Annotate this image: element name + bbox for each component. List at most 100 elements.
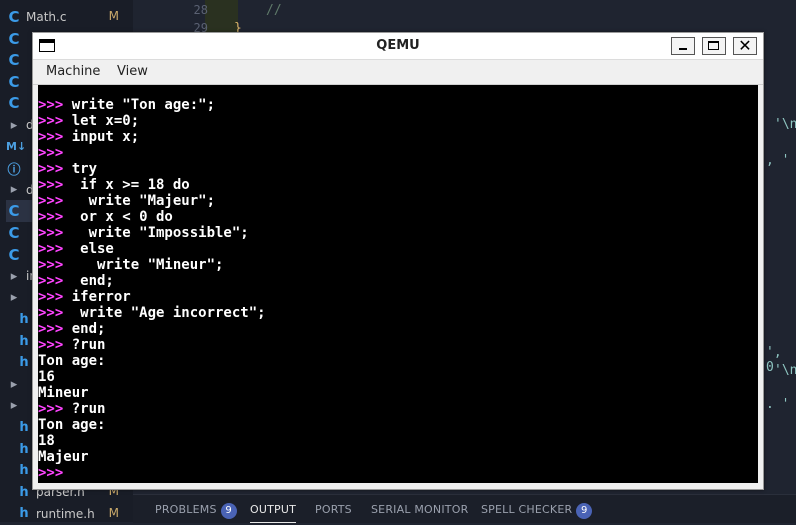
c-file-icon: C — [8, 224, 20, 242]
terminal-line: >>> ?run — [38, 401, 105, 417]
c-file-icon: C — [8, 51, 20, 70]
terminal-text: write "Age incorrect"; — [71, 305, 266, 321]
i-file-icon: ⓘ — [7, 162, 21, 178]
git-status-badge: M — [108, 505, 119, 520]
explorer-item[interactable]: M↓ — [6, 136, 26, 158]
terminal-text: try — [71, 161, 98, 177]
terminal-line: Ton age: — [38, 353, 105, 369]
terminal-line: >>> — [38, 465, 63, 481]
c-file-icon: C — [8, 72, 20, 91]
code-line: // — [266, 3, 282, 18]
terminal-text: or x < 0 do — [71, 209, 173, 225]
code-fragment: . ' — [766, 397, 790, 412]
terminal-line: >>> if x >= 18 do — [38, 177, 190, 193]
c-file-icon: C — [8, 202, 20, 221]
guest-screen[interactable]: >>> write "Ton age:"; >>> let x=0; >>> inp… — [38, 85, 758, 483]
terminal-text: input x; — [71, 129, 140, 145]
explorer-item[interactable]: ⓘ — [6, 157, 26, 179]
terminal-prompt: >>> — [38, 193, 72, 209]
explorer-item[interactable]: ▸ — [6, 395, 26, 417]
line-number: 28 — [193, 3, 208, 17]
terminal-prompt: >>> — [38, 209, 72, 225]
terminal-prompt: >>> — [38, 465, 64, 481]
terminal-text: write "Impossible"; — [71, 225, 249, 241]
terminal-prompt: >>> — [38, 257, 72, 273]
folder-icon: ▸ — [10, 182, 18, 198]
h-file-icon: h — [19, 333, 29, 349]
explorer-item[interactable]: h runtime.h — [16, 503, 95, 525]
terminal-line: 16 — [38, 369, 55, 385]
terminal-line: >>> try — [38, 161, 97, 177]
title-bar[interactable]: QEMU ✕ — [33, 33, 763, 59]
minimize-button[interactable] — [671, 37, 695, 55]
terminal-line: >>> end; — [38, 273, 114, 289]
terminal-text: end; — [71, 321, 106, 337]
menu-machine[interactable]: Machine — [46, 64, 100, 79]
explorer-item[interactable]: C — [6, 244, 26, 266]
terminal-line: >>> write "Mineur"; — [38, 257, 223, 273]
panel-tab-label: SERIAL MONITOR — [371, 503, 469, 516]
terminal-text: Mineur — [38, 385, 89, 401]
terminal-line: Ton age: — [38, 417, 105, 433]
terminal-text: 18 — [38, 433, 55, 449]
terminal-prompt: >>> — [38, 337, 72, 353]
terminal-line: >>> input x; — [38, 129, 139, 145]
terminal-line: >>> write "Age incorrect"; — [38, 305, 266, 321]
explorer-item[interactable]: ▸ — [6, 287, 26, 309]
terminal-prompt: >>> — [38, 289, 72, 305]
maximize-icon — [708, 41, 719, 50]
h-file-icon: h — [19, 441, 29, 457]
c-file-icon: C — [8, 94, 20, 113]
terminal-text: ?run — [71, 401, 106, 417]
terminal-text: Majeur — [38, 449, 89, 465]
explorer-item[interactable]: C — [6, 28, 26, 50]
panel-tab-ports[interactable]: PORTS — [315, 503, 352, 516]
terminal-prompt: >>> — [38, 241, 72, 257]
panel-tab-serial-monitor[interactable]: SERIAL MONITOR — [371, 503, 468, 516]
terminal-line: >>> let x=0; — [38, 113, 139, 129]
panel-tab-label: SPELL CHECKER — [481, 503, 573, 516]
git-status-badge: M — [108, 9, 119, 23]
terminal-line: >>> — [38, 145, 63, 161]
terminal-prompt: >>> — [38, 305, 72, 321]
terminal-text: write "Ton age:"; — [71, 97, 216, 113]
explorer-item[interactable]: C — [6, 222, 26, 244]
terminal-text: Ton age: — [38, 417, 106, 433]
close-button[interactable]: ✕ — [733, 36, 757, 55]
explorer-item[interactable]: ▸ — [6, 373, 26, 395]
terminal-line: >>> write "Impossible"; — [38, 225, 249, 241]
code-fragment: '\n — [774, 117, 796, 132]
panel-tab-problems[interactable]: PROBLEMS 9 — [155, 503, 237, 519]
explorer-item-label: runtime.h — [36, 506, 95, 521]
c-file-icon: C — [8, 29, 20, 48]
menu-view[interactable]: View — [117, 64, 148, 79]
panel-tab-output[interactable]: OUTPUT — [250, 503, 297, 523]
h-file-icon: h — [19, 506, 29, 522]
h-file-icon: h — [19, 463, 29, 479]
explorer-item[interactable]: C Math.c — [6, 6, 66, 28]
explorer-item[interactable]: C — [6, 71, 26, 93]
terminal-prompt: >>> — [38, 321, 72, 337]
terminal-line: 18 — [38, 433, 55, 449]
c-file-icon: C — [8, 245, 20, 264]
explorer-item[interactable]: C — [6, 49, 26, 71]
h-file-icon: h — [19, 355, 29, 371]
window-title: QEMU — [376, 38, 420, 53]
terminal-prompt: >>> — [38, 97, 72, 113]
menu-bar: Machine View — [33, 59, 763, 85]
maximize-button[interactable] — [702, 37, 726, 55]
folder-icon: ▸ — [10, 398, 18, 414]
terminal-text: ?run — [71, 337, 106, 353]
panel-tab-label: PROBLEMS — [155, 503, 217, 516]
terminal-line: >>> write "Ton age:"; — [38, 97, 215, 113]
folder-icon: ▸ — [10, 268, 18, 284]
terminal-prompt: >>> — [38, 177, 72, 193]
explorer-item[interactable]: C — [6, 92, 26, 114]
terminal-line: >>> end; — [38, 321, 105, 337]
panel-tab-spell-checker[interactable]: SPELL CHECKER 9 — [481, 503, 593, 519]
terminal-prompt: >>> — [38, 401, 72, 417]
count-badge: 9 — [220, 503, 237, 519]
panel-tab-label: PORTS — [315, 503, 352, 516]
terminal-prompt: >>> — [38, 273, 72, 289]
code-fragment: '\n — [774, 363, 796, 378]
